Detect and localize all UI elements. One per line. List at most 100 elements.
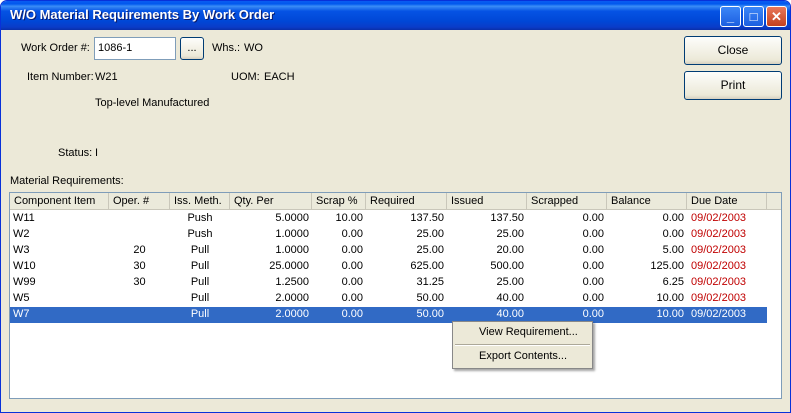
- cell-due-date: 09/02/2003: [691, 244, 747, 256]
- cell-scrap-pct: 0.00: [341, 260, 363, 272]
- column-header-qty-per[interactable]: Qty. Per: [230, 193, 312, 210]
- cell-qty-per: 2.0000: [275, 308, 309, 320]
- cell-component-item: W3: [13, 244, 30, 256]
- cell-scrapped: 0.00: [582, 228, 604, 240]
- cell-scrapped: 0.00: [582, 292, 604, 304]
- cell-issued: 40.00: [496, 292, 524, 304]
- cell-issued: 20.00: [496, 244, 524, 256]
- cell-balance: 0.00: [662, 212, 684, 224]
- cell-iss-meth: Pull: [190, 308, 210, 320]
- cell-required: 137.50: [410, 212, 444, 224]
- menu-item-view-requirement[interactable]: View Requirement...: [453, 323, 592, 343]
- title-bar[interactable]: W/O Material Requirements By Work Order …: [1, 1, 790, 30]
- item-description: Top-level Manufactured: [95, 97, 210, 109]
- table-row[interactable]: W99 30 Pull 1.2500 0.00 31.25 25.00 0.00 6.25 09/…: [10, 275, 767, 291]
- table-row[interactable]: W2 Push 1.0000 0.00 25.00 25.00 0.00 0.00 09/02/…: [10, 227, 767, 243]
- print-button[interactable]: Print: [684, 71, 782, 100]
- item-number-value: W21: [95, 71, 118, 83]
- cell-iss-meth: Push: [187, 212, 213, 224]
- context-menu: View Requirement... Export Contents...: [452, 321, 593, 369]
- status-label: Status:: [58, 147, 93, 159]
- whs-label: Whs.:: [212, 42, 241, 54]
- item-number-label: Item Number:: [27, 71, 94, 83]
- column-header-balance[interactable]: Balance: [607, 193, 687, 210]
- cell-component-item: W7: [13, 308, 30, 320]
- table-row[interactable]: W3 20 Pull 1.0000 0.00 25.00 20.00 0.00 5.00 09/0…: [10, 243, 767, 259]
- cell-required: 625.00: [410, 260, 444, 272]
- cell-iss-meth: Pull: [190, 244, 210, 256]
- cell-balance: 0.00: [662, 228, 684, 240]
- cell-scrap-pct: 0.00: [341, 308, 363, 320]
- column-header-component-item[interactable]: Component Item: [10, 193, 109, 210]
- cell-iss-meth: Pull: [190, 276, 210, 288]
- cell-issued: 137.50: [490, 212, 524, 224]
- cell-scrapped: 0.00: [582, 212, 604, 224]
- cell-issued: 25.00: [496, 228, 524, 240]
- cell-qty-per: 2.0000: [275, 292, 309, 304]
- cell-scrap-pct: 0.00: [341, 244, 363, 256]
- cell-iss-meth: Push: [187, 228, 213, 240]
- uom-label: UOM:: [231, 71, 260, 83]
- column-header-scrap-pct[interactable]: Scrap %: [312, 193, 366, 210]
- cell-required: 31.25: [416, 276, 444, 288]
- cell-issued: 40.00: [496, 308, 524, 320]
- cell-qty-per: 1.2500: [275, 276, 309, 288]
- cell-oper: 30: [133, 276, 146, 288]
- work-order-label: Work Order #:: [21, 42, 90, 54]
- cell-due-date: 09/02/2003: [691, 260, 747, 272]
- cell-scrapped: 0.00: [582, 244, 604, 256]
- cell-qty-per: 1.0000: [275, 244, 309, 256]
- requirements-table[interactable]: Component Item Oper. # Iss. Meth. Qty. Per S…: [9, 192, 782, 399]
- cell-due-date: 09/02/2003: [691, 212, 747, 224]
- minimize-button[interactable]: _: [720, 6, 741, 27]
- cell-component-item: W2: [13, 228, 30, 240]
- cell-issued: 500.00: [490, 260, 524, 272]
- cell-component-item: W99: [13, 276, 36, 288]
- cell-scrapped: 0.00: [582, 260, 604, 272]
- cell-iss-meth: Pull: [190, 260, 210, 272]
- close-window-button[interactable]: ✕: [766, 6, 787, 27]
- cell-balance: 10.00: [656, 308, 684, 320]
- material-requirements-label: Material Requirements:: [10, 175, 124, 187]
- cell-scrapped: 0.00: [582, 308, 604, 320]
- cell-balance: 5.00: [662, 244, 684, 256]
- cell-due-date: 09/02/2003: [691, 228, 747, 240]
- column-header-required[interactable]: Required: [366, 193, 447, 210]
- cell-balance: 6.25: [662, 276, 684, 288]
- column-header-oper[interactable]: Oper. #: [109, 193, 170, 210]
- menu-item-export-contents[interactable]: Export Contents...: [453, 347, 592, 367]
- table-row[interactable]: W7 Pull 2.0000 0.00 50.00 40.00 0.00 10.00 09/02…: [10, 307, 767, 323]
- column-header-due-date[interactable]: Due Date: [687, 193, 767, 210]
- table-header: Component Item Oper. # Iss. Meth. Qty. Per S…: [10, 193, 781, 210]
- menu-separator: [455, 344, 590, 346]
- status-value: I: [95, 147, 99, 159]
- column-header-iss-meth[interactable]: Iss. Meth.: [170, 193, 230, 210]
- cell-scrap-pct: 10.00: [335, 212, 363, 224]
- cell-qty-per: 25.0000: [269, 260, 309, 272]
- cell-balance: 10.00: [656, 292, 684, 304]
- uom-value: EACH: [264, 71, 295, 83]
- close-button[interactable]: Close: [684, 36, 782, 65]
- cell-oper: 30: [133, 260, 146, 272]
- cell-scrap-pct: 0.00: [341, 228, 363, 240]
- cell-required: 50.00: [416, 308, 444, 320]
- work-order-input[interactable]: 1086-1: [94, 37, 176, 60]
- work-order-lookup-button[interactable]: ...: [180, 37, 204, 60]
- table-row[interactable]: W5 Pull 2.0000 0.00 50.00 40.00 0.00 10.00 09/02…: [10, 291, 767, 307]
- cell-scrap-pct: 0.00: [341, 276, 363, 288]
- cell-due-date: 09/02/2003: [691, 308, 747, 320]
- cell-issued: 25.00: [496, 276, 524, 288]
- column-header-scrapped[interactable]: Scrapped: [527, 193, 607, 210]
- cell-due-date: 09/02/2003: [691, 292, 747, 304]
- cell-required: 25.00: [416, 228, 444, 240]
- column-header-issued[interactable]: Issued: [447, 193, 527, 210]
- cell-oper: 20: [133, 244, 146, 256]
- cell-required: 25.00: [416, 244, 444, 256]
- table-row[interactable]: W10 30 Pull 25.0000 0.00 625.00 500.00 0.00 125.…: [10, 259, 767, 275]
- cell-component-item: W10: [13, 260, 36, 272]
- maximize-button[interactable]: □: [743, 6, 764, 27]
- window-title: W/O Material Requirements By Work Order: [10, 7, 275, 22]
- cell-balance: 125.00: [650, 260, 684, 272]
- table-row[interactable]: W11 Push 5.0000 10.00 137.50 137.50 0.00 0.00 09…: [10, 211, 767, 227]
- cell-iss-meth: Pull: [190, 292, 210, 304]
